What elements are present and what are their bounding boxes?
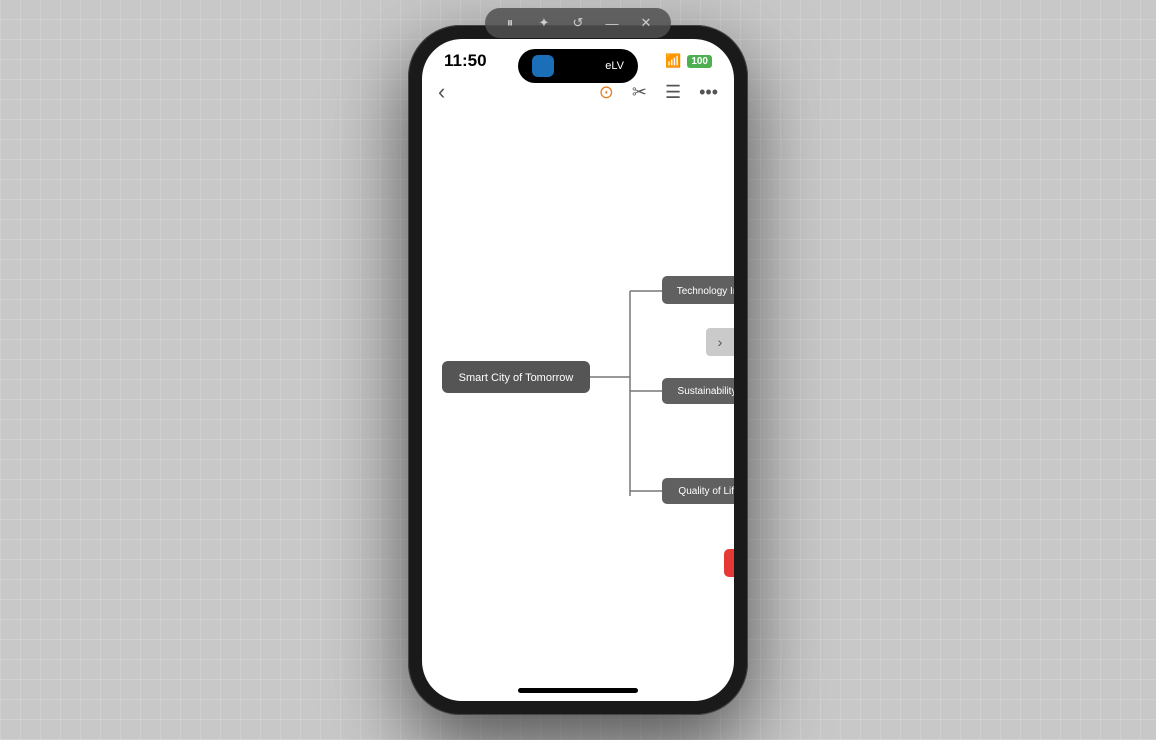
phone-screen: eLV 11:50 📶 100 ‹ ⊙ ✂ ☰ •••: [422, 39, 734, 701]
status-time: 11:50: [444, 51, 487, 71]
wifi-icon: 📶: [665, 53, 681, 69]
qol-label: Quality of Life: [678, 486, 734, 497]
phone-frame: eLV 11:50 📶 100 ‹ ⊙ ✂ ☰ •••: [408, 25, 748, 715]
mindmap-icon[interactable]: ⊙: [599, 82, 614, 103]
home-bar: [518, 688, 638, 693]
toolbar-icons: ⊙ ✂ ☰ •••: [599, 82, 718, 103]
di-app-icon: [532, 55, 554, 77]
pause-button[interactable]: ⏸: [499, 12, 521, 34]
home-indicator: [422, 679, 734, 701]
dynamic-island: eLV: [518, 49, 638, 83]
minimize-button[interactable]: —: [601, 12, 623, 34]
close-button[interactable]: ✕: [635, 12, 657, 34]
tech-label: Technology Integration: [677, 286, 734, 297]
di-app-label: eLV: [605, 60, 624, 72]
lasso-icon[interactable]: ✂: [632, 82, 647, 103]
mindmap-svg: Smart City of Tomorrow Technology Integr…: [422, 113, 734, 679]
battery-indicator: 100: [687, 55, 712, 68]
root-label: Smart City of Tomorrow: [459, 372, 574, 384]
list-icon[interactable]: ☰: [665, 82, 681, 103]
status-right: 📶 100: [665, 53, 712, 69]
drag-handle[interactable]: [724, 549, 734, 577]
star-button[interactable]: ✦: [533, 12, 555, 34]
back-button[interactable]: ‹: [438, 79, 445, 105]
mindmap-canvas[interactable]: Smart City of Tomorrow Technology Integr…: [422, 113, 734, 679]
sust-label: Sustainability: [678, 386, 734, 397]
window-chrome: ⏸ ✦ ↺ — ✕: [485, 8, 671, 38]
scroll-right-button[interactable]: ›: [706, 328, 734, 356]
refresh-button[interactable]: ↺: [567, 12, 589, 34]
more-icon[interactable]: •••: [699, 82, 718, 103]
